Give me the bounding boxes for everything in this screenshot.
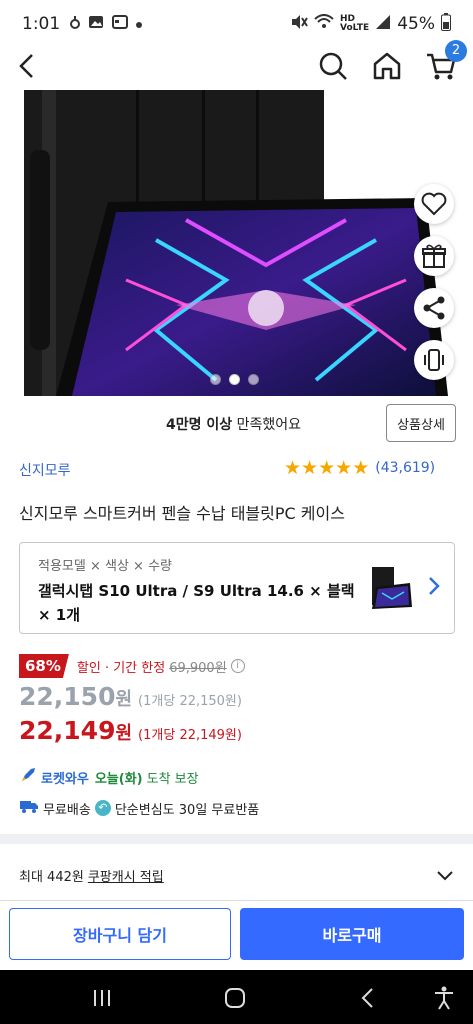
rating[interactable]: ★ ★ ★ ★ ★ (43,619): [284, 458, 435, 478]
satisfaction-rest: 만족했어요: [232, 417, 301, 433]
recent-apps-icon[interactable]: [88, 984, 116, 1012]
search-icon[interactable]: [317, 50, 349, 82]
cart-count-badge: 2: [445, 40, 467, 62]
shipping-info: 무료배송 ↶ 단순변심도 30일 무료반품: [19, 798, 259, 818]
base-price-per-unit: (1개당 22,150원): [138, 694, 242, 709]
star-icon: ★: [318, 457, 336, 479]
return-policy: 단순변심도 30일 무료반품: [114, 802, 260, 818]
image-icon: [88, 15, 104, 33]
pagination-dot-active[interactable]: [229, 374, 240, 385]
discount-row: 68% 할인 · 기간 한정 69,900원 i: [19, 654, 245, 678]
star-icon: ★: [301, 457, 319, 479]
calendar-icon: [112, 15, 129, 33]
pagination-dot[interactable]: [210, 374, 221, 385]
gift-icon[interactable]: [414, 236, 454, 276]
sale-price-per-unit: (1개당 22,149원): [138, 728, 242, 743]
arrival-guarantee: 도착 보장: [146, 771, 199, 787]
notification-dot-icon: [70, 15, 81, 33]
vibrate-icon[interactable]: [414, 340, 454, 380]
satisfaction-text: 4만명 이상 만족했어요: [166, 414, 301, 434]
accessibility-icon[interactable]: [430, 984, 458, 1012]
image-pagination: [210, 374, 259, 385]
dot-icon: [136, 16, 143, 32]
rocket-wow-label: 로켓와우: [41, 771, 89, 787]
option-thumbnail: [368, 561, 414, 613]
silent-icon: [290, 14, 308, 34]
option-value: 갤럭시탭 S10 Ultra / S9 Ultra 14.6 × 블랙 × 1개: [38, 582, 355, 624]
product-detail-button[interactable]: 상품상세: [386, 404, 456, 442]
pagination-dot[interactable]: [248, 374, 259, 385]
battery-icon: [441, 13, 451, 35]
buy-now-button[interactable]: 바로구매: [240, 908, 464, 960]
brand-link[interactable]: 신지모루: [19, 460, 71, 480]
status-time: 1:01: [22, 14, 61, 34]
review-count[interactable]: (43,619): [375, 460, 435, 476]
rocket-icon: [19, 766, 37, 788]
home-icon[interactable]: [371, 50, 403, 82]
hd-voice-icon: HD VoLTE: [340, 14, 370, 33]
star-icon: ★: [335, 457, 353, 479]
heart-icon[interactable]: [414, 184, 454, 224]
sale-price-amount: 22,149: [19, 716, 116, 745]
option-label: 적용모델 × 색상 × 수량: [38, 559, 172, 574]
top-navigation: [0, 48, 473, 88]
base-price-amount: 22,150: [19, 682, 116, 711]
truck-icon: [19, 798, 39, 818]
system-navigation-bar: [0, 970, 473, 1024]
tablet-case-illustration: [24, 90, 448, 396]
product-image[interactable]: [16, 90, 456, 396]
cash-max: 최대 442원: [19, 870, 84, 885]
back-arrow-icon[interactable]: [14, 50, 44, 82]
satisfaction-count: 4만명 이상: [166, 417, 233, 433]
base-price: 22,150 원 (1개당 22,150원): [19, 682, 242, 711]
discount-badge: 68%: [19, 654, 69, 678]
add-to-cart-button[interactable]: 장바구니 담기: [9, 908, 231, 960]
product-title: 신지모루 스마트커버 펜슬 수납 태블릿PC 케이스: [19, 504, 345, 523]
signal-icon: [375, 14, 391, 34]
sale-price: 22,149 원 (1개당 22,149원): [19, 716, 242, 745]
promo-text: 할인 · 기간 한정: [76, 660, 166, 676]
share-icon[interactable]: [414, 288, 454, 328]
info-icon[interactable]: i: [230, 659, 245, 673]
delivery-info: 로켓와우 오늘(화) 도착 보장: [19, 766, 199, 788]
back-button-icon[interactable]: [355, 984, 383, 1012]
return-icon: ↶: [94, 800, 111, 816]
free-shipping-label: 무료배송: [43, 802, 91, 818]
arrival-day: 오늘(화): [94, 771, 143, 787]
original-price: 69,900원: [169, 660, 227, 676]
option-selector[interactable]: 적용모델 × 색상 × 수량 갤럭시탭 S10 Ultra / S9 Ultra…: [19, 542, 455, 634]
coupang-cash-link[interactable]: 쿠팡캐시 적립: [88, 870, 164, 885]
base-price-unit: 원: [115, 689, 133, 710]
cash-reward-row[interactable]: 최대 442원 쿠팡캐시 적립: [19, 866, 164, 885]
chevron-right-icon: [425, 575, 443, 597]
section-divider: [0, 834, 473, 844]
sale-price-unit: 원: [115, 723, 133, 744]
status-bar: 1:01 HD VoLTE 45%: [0, 0, 473, 48]
wifi-icon: [314, 14, 334, 34]
battery-level: 45%: [397, 14, 435, 34]
home-button-icon[interactable]: [222, 984, 250, 1012]
chevron-down-icon[interactable]: [436, 868, 454, 882]
star-icon: ★: [284, 457, 302, 479]
star-icon: ★: [352, 457, 370, 479]
